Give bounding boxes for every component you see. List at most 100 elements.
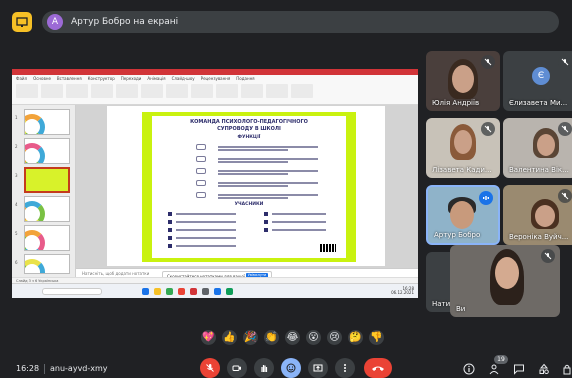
reaction-bar: 💖 👍 🎉 👏 😂 😮 😢 🤔 👎 — [201, 330, 384, 345]
emoji-icon — [286, 363, 296, 373]
presenter-avatar: А — [47, 14, 63, 30]
raise-hand-button[interactable] — [254, 358, 274, 378]
lock-icon — [563, 364, 571, 375]
mic-off-icon — [481, 55, 495, 69]
taskbar-clock[interactable]: 16:28 06.12.2021 — [391, 287, 414, 295]
reaction-emoji-button[interactable]: 😮 — [306, 330, 321, 345]
participant-tile-5[interactable]: Артур Бобро — [426, 185, 500, 245]
mic-off-icon — [558, 55, 572, 69]
shared-screen: Файл Основне Вставлення Конструктор Переходи… — [12, 69, 418, 298]
slide-title-line1: КОМАНДА ПСИХОЛОГО-ПЕДАГОГІЧНОГО — [190, 119, 308, 125]
divider — [44, 364, 45, 374]
present-icon — [313, 364, 323, 372]
participant-name: Вероніка Вуйч... — [509, 233, 569, 241]
ribbon-tabs: Файл Основне Вставлення Конструктор Переходи… — [12, 75, 418, 82]
self-view-tile[interactable]: Ви — [450, 245, 560, 317]
participant-tile-4[interactable]: Валентина Вік... — [503, 118, 572, 178]
ribbon-tab[interactable]: Переходи — [121, 76, 142, 81]
slide-thumb-4[interactable] — [24, 196, 70, 222]
mic-off-icon — [558, 189, 572, 203]
mic-off-icon — [541, 249, 555, 263]
chat-icon — [514, 364, 524, 375]
participant-tile-3[interactable]: Лізавета Кади... — [426, 118, 500, 178]
reactions-button[interactable] — [281, 358, 301, 378]
bottom-control-bar: 16:28 anu-ayvd-xmy — [0, 356, 572, 378]
end-call-button[interactable] — [364, 358, 392, 378]
presenter-title: Артур Бобро на екрані — [71, 17, 179, 27]
more-options-button[interactable] — [335, 358, 355, 378]
functions-heading: ФУНКЦІЇ — [237, 135, 261, 140]
slide-thumb-6[interactable] — [24, 254, 70, 274]
camera-toggle-button[interactable] — [227, 358, 247, 378]
shapes-icon — [539, 363, 549, 374]
powerpoint-ribbon: Файл Основне Вставлення Конструктор Переходи… — [12, 75, 418, 105]
participant-name: Ви — [456, 305, 466, 313]
windows-taskbar: 16:28 06.12.2021 — [12, 283, 418, 298]
people-count-badge: 19 — [494, 355, 508, 364]
presenter-banner[interactable]: А Артур Бобро на екрані — [42, 11, 559, 33]
slide-thumb-3[interactable] — [24, 167, 70, 193]
thumb-number: 5 — [15, 231, 18, 236]
thumb-number: 2 — [15, 144, 18, 149]
ribbon-tab[interactable]: Подання — [236, 76, 254, 81]
participant-tile-2[interactable]: Є Єлизавета Ми... — [503, 51, 572, 111]
current-slide[interactable]: КОМАНДА ПСИХОЛОГО-ПЕДАГОГІЧНОГО СУПРОВОД… — [107, 106, 385, 266]
slide-thumbnails: 1 2 3 4 5 6 — [12, 105, 76, 277]
meeting-code: anu-ayvd-xmy — [50, 364, 108, 373]
meeting-details-button[interactable] — [462, 362, 476, 376]
participant-tile-1[interactable]: Юлія Андріїв — [426, 51, 500, 111]
participants-heading: УЧАСНИКИ — [234, 202, 264, 207]
thumb-number: 6 — [15, 260, 18, 265]
thumb-number: 4 — [15, 202, 18, 207]
participant-name: Лізавета Кади... — [432, 166, 492, 174]
participant-name: Артур Бобро — [434, 231, 481, 239]
mic-off-icon — [558, 122, 572, 136]
qr-code — [320, 244, 336, 252]
host-controls-button[interactable] — [560, 362, 572, 376]
participant-name: Нати — [432, 300, 451, 308]
reaction-emoji-button[interactable]: 🎉 — [243, 330, 258, 345]
clock: 16:28 — [16, 364, 40, 373]
more-vert-icon — [344, 364, 346, 372]
reaction-emoji-button[interactable]: 🤔 — [348, 330, 363, 345]
slide-editor: КОМАНДА ПСИХОЛОГО-ПЕДАГОГІЧНОГО СУПРОВОД… — [76, 105, 418, 277]
thumb-number: 1 — [15, 115, 18, 120]
reaction-emoji-button[interactable]: 😂 — [285, 330, 300, 345]
participant-name: Юлія Андріїв — [432, 99, 480, 107]
ribbon-tab[interactable]: Рецензування — [201, 76, 231, 81]
people-button[interactable] — [487, 362, 501, 376]
camera-icon — [232, 365, 241, 371]
activities-button[interactable] — [537, 362, 551, 376]
ribbon-tab[interactable]: Конструктор — [88, 76, 115, 81]
present-screen-button[interactable] — [308, 358, 328, 378]
taskbar-icons — [142, 288, 233, 295]
top-bar: А Артур Бобро на екрані — [0, 0, 572, 42]
ribbon-tab[interactable]: Вставлення — [57, 76, 82, 81]
slide-thumb-2[interactable] — [24, 138, 70, 164]
taskbar-search[interactable] — [42, 288, 102, 295]
reaction-emoji-button[interactable]: 😢 — [327, 330, 342, 345]
slide-title-line2: СУПРОВОДУ В ШКОЛІ — [217, 126, 281, 132]
slide-poster: КОМАНДА ПСИХОЛОГО-ПЕДАГОГІЧНОГО СУПРОВОД… — [142, 112, 356, 262]
ribbon-tab[interactable]: Основне — [33, 76, 51, 81]
slide-thumb-5[interactable] — [24, 225, 70, 251]
ribbon-tab[interactable]: Анімація — [147, 76, 165, 81]
participant-tile-6[interactable]: Вероніка Вуйч... — [503, 185, 572, 245]
participant-name: Валентина Вік... — [509, 166, 569, 174]
info-icon — [463, 363, 475, 375]
participant-name: Єлизавета Ми... — [509, 99, 568, 107]
poster-content: КОМАНДА ПСИХОЛОГО-ПЕДАГОГІЧНОГО СУПРОВОД… — [152, 116, 346, 258]
thumb-number: 3 — [15, 173, 18, 178]
reaction-emoji-button[interactable]: 👏 — [264, 330, 279, 345]
ribbon-tab[interactable]: Слайд-шоу — [172, 76, 195, 81]
reaction-emoji-button[interactable]: 👍 — [222, 330, 237, 345]
slide-thumb-1[interactable] — [24, 109, 70, 135]
participant-avatar: Є — [532, 67, 550, 85]
reaction-emoji-button[interactable]: 👎 — [369, 330, 384, 345]
phone-hangup-icon — [372, 366, 384, 371]
reaction-emoji-button[interactable]: 💖 — [201, 330, 216, 345]
presentation-icon[interactable] — [12, 12, 32, 32]
mic-toggle-button[interactable] — [200, 358, 220, 378]
chat-button[interactable] — [512, 362, 526, 376]
ribbon-tab[interactable]: Файл — [16, 76, 27, 81]
